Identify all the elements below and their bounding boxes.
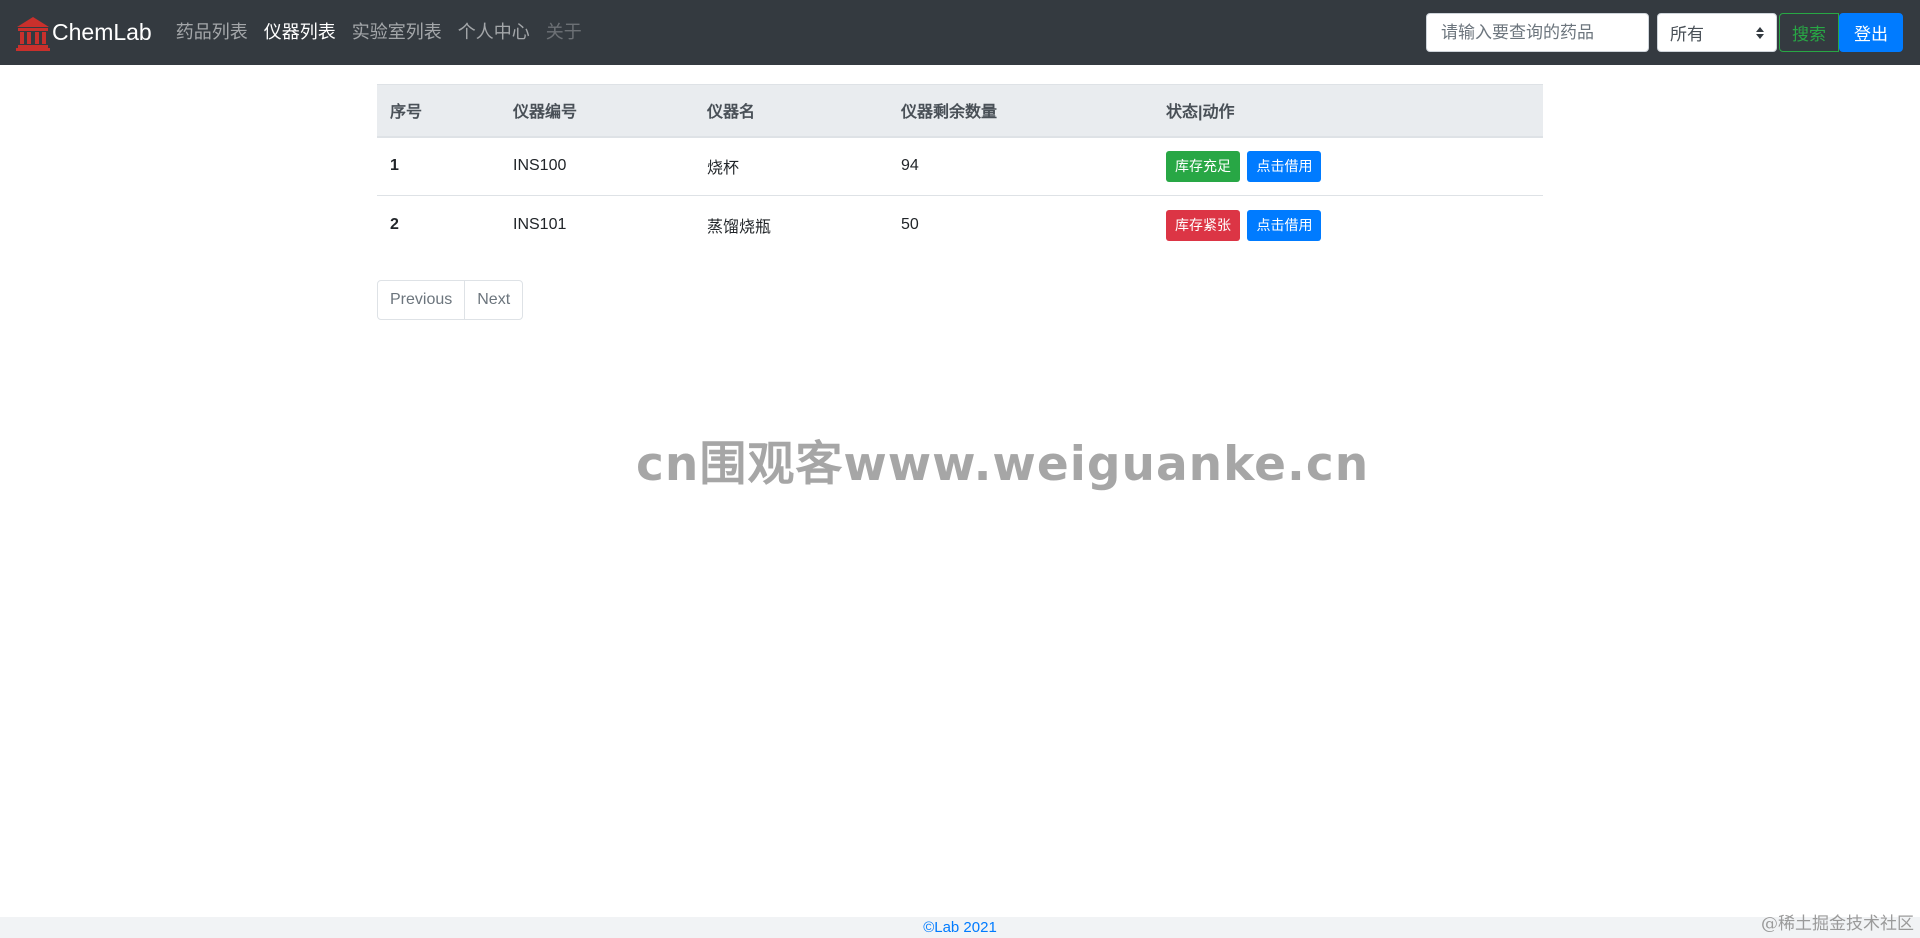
watermark: cn围观客www.weiguanke.cn	[636, 437, 1370, 492]
nav-item-instruments[interactable]: 仪器列表	[256, 0, 344, 65]
nav-item-profile[interactable]: 个人中心	[450, 0, 538, 65]
category-select[interactable]: 所有	[1657, 13, 1777, 52]
search-form: 所有 搜索 登出	[1426, 13, 1903, 52]
footer-copyright: ©Lab 2021	[923, 919, 997, 936]
select-arrows-icon	[1756, 26, 1764, 39]
row-actions: 库存紧张 点击借用	[1153, 195, 1543, 255]
row-name: 烧杯	[707, 160, 740, 178]
category-select-value: 所有	[1670, 25, 1704, 44]
header-status-action: 状态|动作	[1153, 84, 1543, 138]
row-index: 1	[390, 157, 399, 175]
row-code: INS101	[500, 195, 694, 255]
previous-page-button[interactable]: Previous	[378, 281, 464, 319]
header-code: 仪器编号	[500, 84, 694, 138]
borrow-button[interactable]: 点击借用	[1247, 209, 1322, 241]
brand-link[interactable]: ChemLab	[16, 0, 152, 65]
table-header-row: 序号 仪器编号 仪器名 仪器剩余数量 状态|动作	[377, 84, 1543, 138]
footer: ©Lab 2021	[0, 917, 1920, 938]
row-quantity: 94	[901, 157, 919, 175]
borrow-button[interactable]: 点击借用	[1247, 150, 1322, 182]
header-name: 仪器名	[694, 84, 888, 138]
corner-watermark: @稀土掘金技术社区	[1761, 914, 1914, 934]
row-code: INS100	[513, 157, 567, 175]
row-index: 2	[377, 195, 500, 255]
nav-links: 药品列表 仪器列表 实验室列表 个人中心 关于	[168, 0, 590, 65]
status-badge[interactable]: 库存充足	[1166, 150, 1240, 182]
logout-button[interactable]: 登出	[1839, 13, 1903, 52]
bank-icon	[16, 16, 50, 51]
main-content: 序号 仪器编号 仪器名 仪器剩余数量 状态|动作 1 INS100 烧杯 94 …	[377, 84, 1543, 320]
search-input[interactable]	[1426, 13, 1649, 52]
row-quantity: 50	[888, 195, 1153, 255]
status-badge[interactable]: 库存紧张	[1166, 209, 1240, 241]
row-actions: 库存充足 点击借用	[1153, 137, 1543, 196]
header-quantity: 仪器剩余数量	[888, 84, 1153, 138]
row-name: 蒸馏烧瓶	[694, 195, 888, 255]
nav-item-about[interactable]: 关于	[538, 0, 590, 65]
top-navbar: ChemLab 药品列表 仪器列表 实验室列表 个人中心 关于 所有 搜索 登出	[0, 0, 1920, 65]
nav-item-labs[interactable]: 实验室列表	[344, 0, 450, 65]
search-button[interactable]: 搜索	[1779, 13, 1839, 52]
instrument-table: 序号 仪器编号 仪器名 仪器剩余数量 状态|动作 1 INS100 烧杯 94 …	[377, 84, 1543, 255]
pagination: Previous Next	[377, 279, 524, 320]
next-page-button[interactable]: Next	[464, 280, 522, 319]
header-index: 序号	[377, 84, 500, 138]
table-row: 1 INS100 烧杯 94 库存充足 点击借用	[377, 137, 1543, 196]
table-row: 2 INS101 蒸馏烧瓶 50 库存紧张 点击借用	[377, 195, 1543, 255]
brand-name: ChemLab	[52, 19, 152, 45]
nav-item-medicines[interactable]: 药品列表	[168, 0, 256, 65]
